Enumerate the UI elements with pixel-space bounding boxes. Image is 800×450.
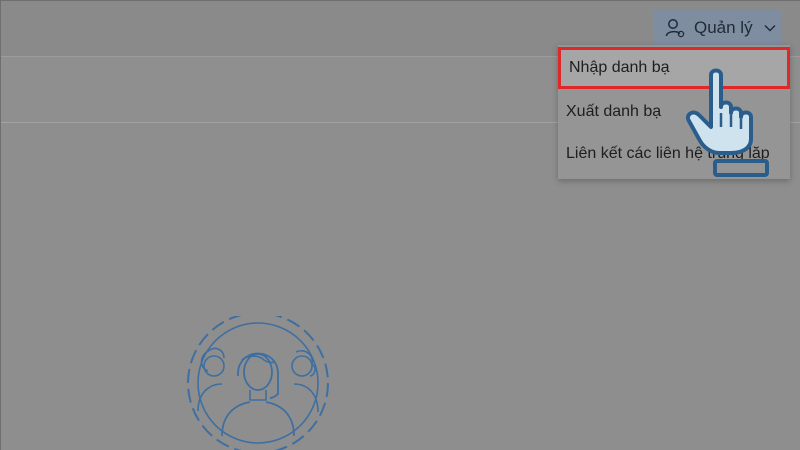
menu-item-label: Xuất danh bạ [566, 103, 662, 120]
people-group-icon [186, 312, 331, 450]
chevron-down-icon [763, 21, 777, 35]
manage-dropdown-menu: Nhập danh bạ Xuất danh bạ Liên kết các l… [558, 45, 790, 179]
menu-item-link-duplicates[interactable]: Liên kết các liên hệ trùng lặp [558, 133, 790, 175]
menu-item-label: Liên kết các liên hệ trùng lặp [566, 145, 770, 162]
menu-item-label: Nhập danh bạ [569, 59, 670, 76]
menu-item-export-contacts[interactable]: Xuất danh bạ [558, 91, 790, 133]
manage-button-label: Quản lý [694, 18, 753, 37]
person-settings-icon [664, 17, 686, 39]
menu-item-import-contacts[interactable]: Nhập danh bạ [558, 47, 790, 89]
manage-button[interactable]: Quản lý [654, 10, 782, 46]
